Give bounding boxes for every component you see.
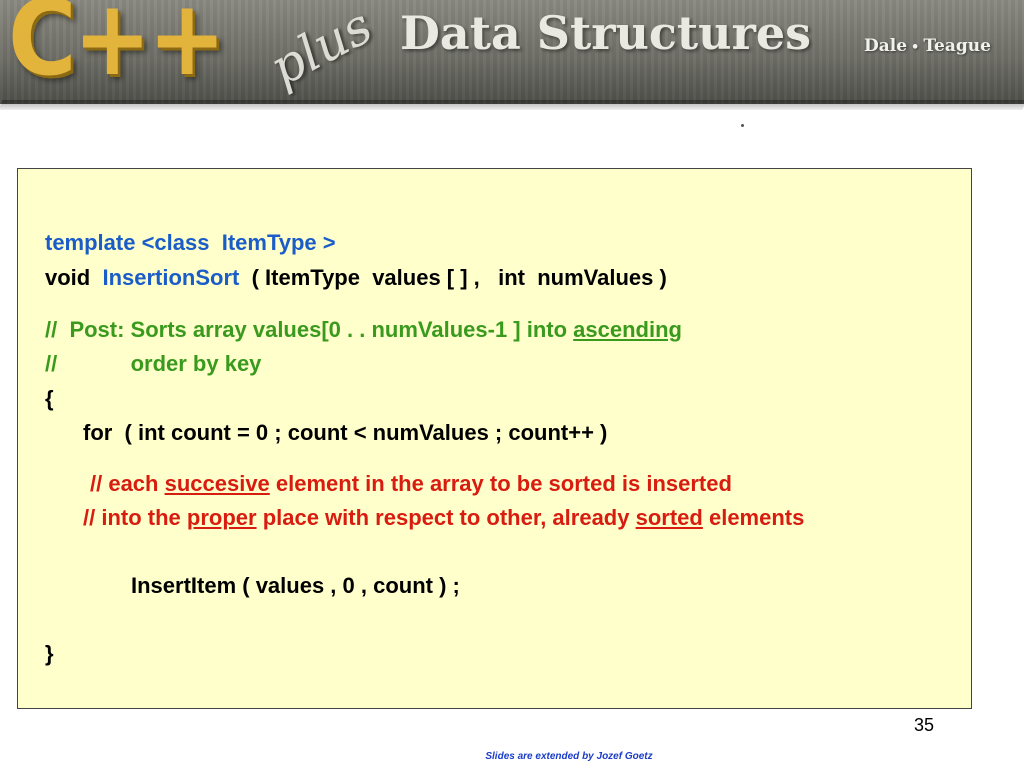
speck-dot	[741, 124, 744, 127]
ascending-word: ascending	[573, 317, 682, 342]
comment-text: // into the	[83, 505, 187, 530]
comment-text: // Post: Sorts array values[0 . . numVal…	[45, 317, 574, 342]
for-loop: for ( int count = 0 ; count < numValues …	[83, 420, 608, 445]
authors: Dale • Teague	[864, 36, 991, 56]
footer-credit: Slides are extended by Jozef Goetz	[485, 751, 653, 762]
comment-text: // each	[90, 471, 165, 496]
author-teague: Teague	[923, 36, 991, 56]
open-brace: {	[45, 386, 54, 411]
succesive-word: succesive	[164, 471, 270, 496]
parameters: ( ItemType values [ ] , int numValues )	[239, 265, 667, 290]
function-name: InsertionSort	[102, 265, 240, 290]
code-box: template <class ItemType > void Insertio…	[17, 168, 972, 709]
sorted-word: sorted	[635, 505, 703, 530]
code-line-template: template <class ItemType >	[45, 230, 336, 255]
comment-order-by-key: // order by key	[45, 351, 262, 376]
book-title: Data Structures	[400, 6, 812, 60]
logo-cpp: C++	[8, 0, 226, 99]
comment-text: element in the array to be sorted is ins…	[269, 471, 732, 496]
comment-postcondition: // Post: Sorts array values[0 . . numVal…	[45, 317, 682, 343]
keyword-void: void	[45, 265, 103, 290]
comment-each-successive: // each succesive element in the array t…	[90, 471, 732, 497]
comment-text: elements	[702, 505, 805, 530]
close-brace: }	[45, 641, 54, 666]
banner-shadow	[0, 100, 1024, 110]
author-dale: Dale	[864, 36, 908, 56]
code-line-signature: void InsertionSort ( ItemType values [ ]…	[45, 265, 667, 291]
comment-into-proper-place: // into the proper place with respect to…	[83, 505, 804, 531]
proper-word: proper	[186, 505, 257, 530]
header-banner: C++ plus Data Structures Dale • Teague	[0, 0, 1024, 110]
insert-item-call: InsertItem ( values , 0 , count ) ;	[131, 573, 460, 598]
comment-text: place with respect to other, already	[256, 505, 636, 530]
bullet-separator: •	[911, 40, 920, 55]
slide-number: 35	[914, 715, 935, 735]
